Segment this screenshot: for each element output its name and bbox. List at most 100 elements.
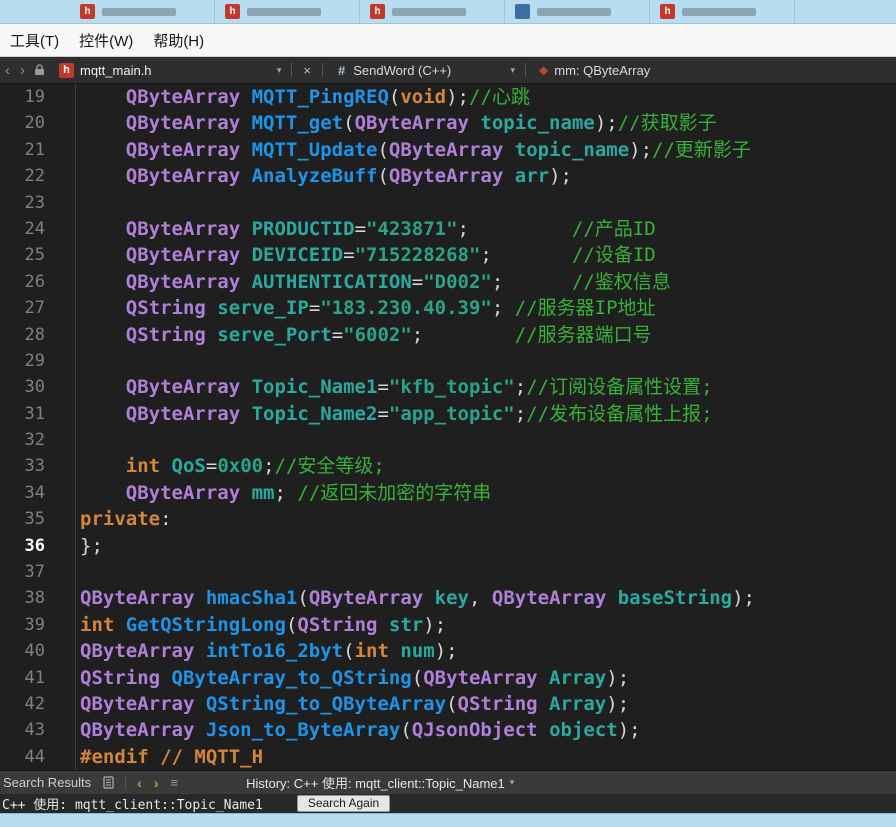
code-line[interactable]: 21 QByteArray MQTT_Update(QByteArray top… <box>0 137 896 163</box>
code-text: QString QByteArray_to_QString(QByteArray… <box>80 666 630 689</box>
search-results-title: Search Results <box>3 775 92 790</box>
line-number: 38 <box>24 588 45 609</box>
code-area: 19 QByteArray MQTT_PingREQ(void);//心跳 20 … <box>0 84 896 770</box>
top-strip: hhhh <box>0 0 896 24</box>
line-number: 33 <box>24 456 45 477</box>
member-indicator[interactable]: ◆ mm: QByteArray <box>531 63 650 78</box>
nav-forward-icon[interactable]: › <box>15 62 30 79</box>
menu-tools[interactable]: 工具(T) <box>0 24 69 56</box>
search-result-text[interactable]: C++ 使用: mqtt_client::Topic_Name1 <box>0 794 263 813</box>
code-text: QString serve_Port="6002"; //服务器端口号 <box>125 323 652 346</box>
search-history-dropdown[interactable]: History: C++ 使用: mqtt_client::Topic_Name… <box>246 773 505 792</box>
background-window-tab[interactable]: h <box>360 0 505 23</box>
code-text: QByteArray PRODUCTID="423871"; //产品ID <box>125 217 656 240</box>
code-line[interactable]: 41 QString QByteArray_to_QString(QByteArr… <box>0 665 896 691</box>
code-line[interactable]: 31 QByteArray Topic_Name2="app_topic";//… <box>0 401 896 427</box>
code-line[interactable]: 44 #endif // MQTT_H <box>0 744 896 770</box>
background-window-tab[interactable]: h <box>650 0 795 23</box>
code-line[interactable]: 24 QByteArray PRODUCTID="423871"; //产品ID <box>0 216 896 242</box>
code-line[interactable]: 22 QByteArray AnalyzeBuff(QByteArray arr… <box>0 163 896 189</box>
code-line[interactable]: 30 QByteArray Topic_Name1="kfb_topic";//… <box>0 374 896 400</box>
line-number: 41 <box>24 667 45 688</box>
file-icon: h <box>225 4 240 19</box>
line-number: 29 <box>24 350 45 371</box>
line-number: 30 <box>24 377 45 398</box>
code-text: QByteArray AUTHENTICATION="D002"; //鉴权信息 <box>125 270 671 293</box>
code-line[interactable]: 37 <box>0 559 896 585</box>
code-text: QByteArray intTo16_2byt(int num); <box>80 640 458 663</box>
results-doc-icon[interactable] <box>103 776 114 789</box>
app-window: h h h h 工具(T) 控件(W) 帮助(H) ‹ › h mqtt_main.h… <box>0 0 896 827</box>
code-line[interactable]: 33 int QoS=0x00;//安全等级; <box>0 453 896 479</box>
results-prev-icon[interactable]: ‹ <box>131 775 148 791</box>
code-line[interactable]: 27 QString serve_IP="183.230.40.39"; //服… <box>0 295 896 321</box>
results-list-icon[interactable]: ≡ <box>165 775 185 790</box>
menu-controls[interactable]: 控件(W) <box>69 24 143 56</box>
code-line[interactable]: 26 QByteArray AUTHENTICATION="D002"; //鉴… <box>0 269 896 295</box>
background-window-tab[interactable]: h <box>70 0 215 23</box>
code-line[interactable]: 43 QByteArray Json_to_ByteArray(QJsonObje… <box>0 717 896 743</box>
code-text: QByteArray hmacSha1(QByteArray key, QByt… <box>80 587 755 610</box>
line-number: 22 <box>24 166 45 187</box>
code-line[interactable]: 36}; <box>0 533 896 559</box>
code-line[interactable]: 38 QByteArray hmacSha1(QByteArray key, QB… <box>0 585 896 611</box>
line-number: 28 <box>24 324 45 345</box>
code-line[interactable]: 40 QByteArray intTo16_2byt(int num); <box>0 638 896 664</box>
symbol-dropdown[interactable]: # SendWord (C++) ▾ <box>328 63 520 78</box>
file-tab[interactable]: h mqtt_main.h ▾ × <box>49 62 317 78</box>
code-text: QByteArray DEVICEID="715228268"; //设备ID <box>125 244 656 267</box>
close-tab-icon[interactable]: × <box>297 63 317 78</box>
line-number: 25 <box>24 245 45 266</box>
code-text: QByteArray QString_to_QByteArray(QString… <box>80 692 630 715</box>
file-icon: h <box>660 4 675 19</box>
member-indicator-label: mm: QByteArray <box>554 62 651 78</box>
code-line[interactable]: 32 <box>0 427 896 453</box>
menu-help[interactable]: 帮助(H) <box>143 24 214 56</box>
file-icon: h <box>370 4 385 19</box>
code-text: QByteArray mm; //返回未加密的字符串 <box>125 481 492 504</box>
file-icon: h <box>80 4 95 19</box>
code-text: QByteArray MQTT_PingREQ(void);//心跳 <box>125 86 530 108</box>
code-editor[interactable]: 19 QByteArray MQTT_PingREQ(void);//心跳 20 … <box>0 83 896 770</box>
code-line[interactable]: 29 <box>0 348 896 374</box>
code-text: QByteArray MQTT_get(QByteArray topic_nam… <box>125 112 717 135</box>
code-line[interactable]: 34 QByteArray mm; //返回未加密的字符串 <box>0 480 896 506</box>
nav-back-icon[interactable]: ‹ <box>0 62 15 79</box>
background-window-tab[interactable]: h <box>215 0 360 23</box>
code-line[interactable]: 39 int GetQStringLong(QString str); <box>0 612 896 638</box>
search-results-bar: Search Results ‹ › ≡ History: C++ 使用: mq… <box>0 770 896 794</box>
search-result-row: C++ 使用: mqtt_client::Topic_Name1 Search … <box>0 794 896 813</box>
code-line[interactable]: 42 QByteArray QString_to_QByteArray(QStri… <box>0 691 896 717</box>
code-line[interactable]: 23 <box>0 190 896 216</box>
file-icon <box>515 4 530 19</box>
symbol-dropdown-caret-icon[interactable]: ▾ <box>505 65 520 76</box>
line-number: 40 <box>24 641 45 662</box>
symbol-dropdown-label: SendWord (C++) <box>353 62 452 78</box>
code-line[interactable]: 20 QByteArray MQTT_get(QByteArray topic_… <box>0 110 896 136</box>
code-text: QByteArray MQTT_Update(QByteArray topic_… <box>125 138 751 161</box>
background-window-tab[interactable] <box>505 0 650 23</box>
truncated-tab-label <box>537 7 611 16</box>
results-next-icon[interactable]: › <box>148 775 165 791</box>
line-number: 44 <box>24 746 45 767</box>
line-number: 27 <box>24 298 45 319</box>
search-again-button[interactable]: Search Again <box>296 795 391 812</box>
lock-icon[interactable] <box>34 64 45 76</box>
code-text: QByteArray AnalyzeBuff(QByteArray arr); <box>125 165 572 188</box>
code-line[interactable]: 25 QByteArray DEVICEID="715228268"; //设备… <box>0 242 896 268</box>
line-number: 35 <box>24 509 45 530</box>
line-number: 23 <box>24 192 45 213</box>
code-line[interactable]: 19 QByteArray MQTT_PingREQ(void);//心跳 <box>0 84 896 110</box>
code-line[interactable]: 35 private: <box>0 506 896 532</box>
history-caret-icon[interactable]: ▾ <box>505 777 520 788</box>
line-number: 26 <box>24 271 45 292</box>
line-number: 37 <box>24 562 45 583</box>
code-line[interactable]: 28 QString serve_Port="6002"; //服务器端口号 <box>0 322 896 348</box>
line-number: 34 <box>24 482 45 503</box>
truncated-tab-label <box>247 7 321 16</box>
file-tab-dropdown-icon[interactable]: ▾ <box>272 65 287 76</box>
member-diamond-icon: ◆ <box>539 63 549 77</box>
file-tab-label: mqtt_main.h <box>80 62 152 78</box>
